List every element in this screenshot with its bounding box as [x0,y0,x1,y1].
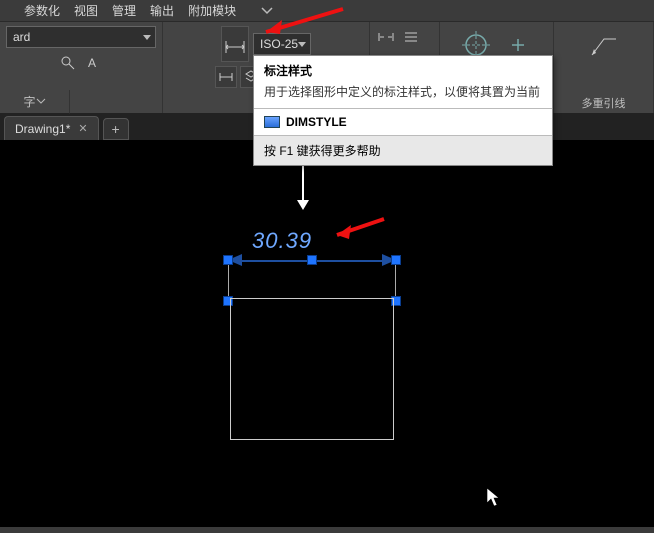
text-panel-collapsed[interactable]: 字 [0,90,70,114]
chevron-down-icon [143,35,151,40]
dim-space-icon[interactable] [400,26,422,48]
menu-output[interactable]: 输出 [150,2,174,19]
dim-break-icon[interactable] [375,26,397,48]
tooltip-command: DIMSTYLE [286,115,347,129]
grip-point[interactable] [391,255,401,265]
close-icon[interactable]: ✕ [78,122,87,135]
menu-view[interactable]: 视图 [74,2,98,19]
tooltip-command-row: DIMSTYLE [254,109,552,135]
dim-style-tooltip: 标注样式 用于选择图形中定义的标注样式，以便将其置为当前 DIMSTYLE 按 … [253,55,553,166]
plus-icon: + [111,121,119,137]
command-icon [264,116,280,128]
multileader-icon[interactable] [585,26,623,64]
tooltip-description: 用于选择图形中定义的标注样式，以便将其置为当前 [254,81,552,108]
rectangle-entity[interactable] [230,298,394,440]
drawing-area[interactable]: 30.39 [0,140,654,533]
tooltip-title: 标注样式 [254,56,552,81]
annotation-arrow-icon [258,4,348,38]
grip-point[interactable] [223,255,233,265]
status-bar [0,527,654,533]
document-tab-label: Drawing1* [15,122,70,136]
add-tab-button[interactable]: + [103,118,129,140]
dimension-text[interactable]: 30.39 [252,228,312,254]
menu-manage[interactable]: 管理 [112,2,136,19]
chevron-down-icon [298,42,306,47]
text-panel-label: 字 [23,93,35,110]
multileader-panel: 多重引线 [554,22,654,113]
find-text-icon[interactable] [57,52,79,74]
cursor-icon [486,487,502,503]
annotation-arrow-icon [329,215,389,241]
dim-tool-1-icon[interactable] [215,66,237,88]
grip-point[interactable] [307,255,317,265]
chevron-down-icon [36,95,46,109]
linear-dimension-button[interactable] [221,26,249,62]
menu-addins[interactable]: 附加模块 [188,2,236,19]
text-style-combo[interactable]: ard [6,26,156,48]
multileader-panel-title: 多重引线 [582,93,626,111]
dim-style-value: ISO-25 [260,37,298,51]
svg-text:A: A [88,56,96,70]
document-tab-active[interactable]: Drawing1* ✕ [4,116,99,140]
tooltip-help: 按 F1 键获得更多帮助 [254,136,552,165]
menu-parametric[interactable]: 参数化 [24,2,60,19]
text-style-value: ard [13,30,30,44]
text-height-icon[interactable]: A [83,52,105,74]
